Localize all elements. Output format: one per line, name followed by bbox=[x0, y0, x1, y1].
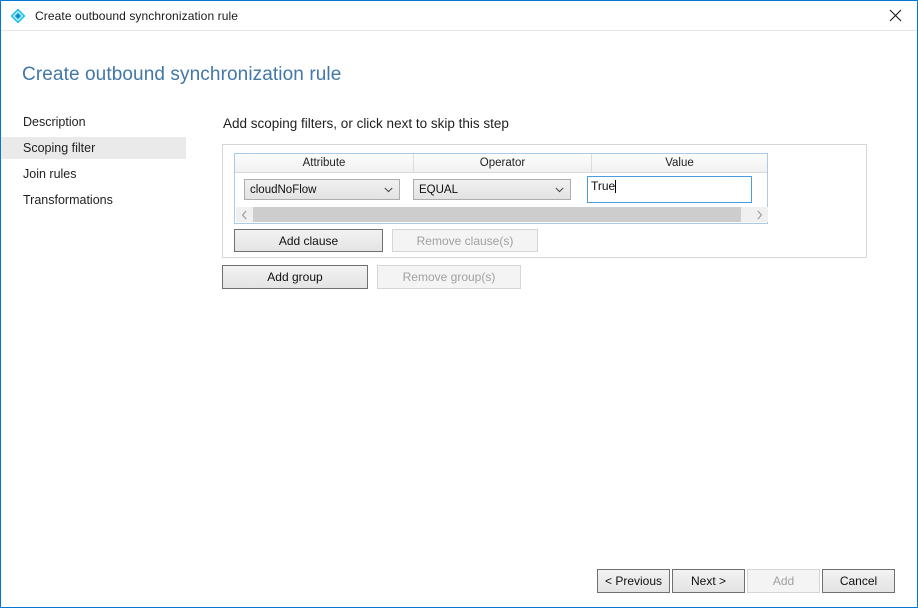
close-icon bbox=[889, 9, 901, 22]
title-bar: Create outbound synchronization rule bbox=[1, 1, 917, 31]
chevron-right-icon bbox=[757, 210, 763, 219]
dialog-window: Create outbound synchronization rule Cre… bbox=[0, 0, 918, 608]
scrollbar-track[interactable] bbox=[253, 207, 751, 222]
remove-group-button: Remove group(s) bbox=[377, 265, 521, 289]
wizard-step-nav: Description Scoping filter Join rules Tr… bbox=[1, 111, 201, 215]
grid-header-row: Attribute Operator Value bbox=[235, 154, 767, 173]
step-instruction: Add scoping filters, or click next to sk… bbox=[223, 116, 509, 131]
operator-dropdown[interactable]: EQUAL bbox=[413, 179, 571, 200]
chevron-left-icon bbox=[241, 210, 247, 219]
chevron-down-icon bbox=[555, 187, 564, 192]
scrollbar-thumb[interactable] bbox=[253, 207, 742, 222]
nav-item-scoping-filter[interactable]: Scoping filter bbox=[1, 137, 186, 159]
value-input[interactable]: True bbox=[587, 176, 752, 203]
nav-item-label: Transformations bbox=[23, 193, 113, 207]
previous-button[interactable]: < Previous bbox=[597, 569, 670, 593]
close-button[interactable] bbox=[873, 1, 917, 30]
next-button[interactable]: Next > bbox=[672, 569, 745, 593]
remove-clause-button: Remove clause(s) bbox=[392, 229, 538, 252]
column-header-value[interactable]: Value bbox=[592, 154, 767, 172]
add-group-button[interactable]: Add group bbox=[222, 265, 368, 289]
nav-item-join-rules[interactable]: Join rules bbox=[1, 163, 201, 185]
window-title: Create outbound synchronization rule bbox=[35, 8, 239, 23]
nav-item-label: Description bbox=[23, 115, 86, 129]
attribute-dropdown-value: cloudNoFlow bbox=[250, 183, 317, 196]
nav-item-description[interactable]: Description bbox=[1, 111, 201, 133]
chevron-down-icon bbox=[384, 187, 393, 192]
diamond-sync-icon bbox=[10, 8, 26, 23]
nav-item-label: Scoping filter bbox=[23, 141, 96, 155]
scoping-filter-group-box: Attribute Operator Value cloudNoFlow EQU… bbox=[222, 144, 867, 258]
operator-dropdown-value: EQUAL bbox=[419, 183, 458, 196]
add-clause-button[interactable]: Add clause bbox=[234, 229, 383, 252]
nav-item-label: Join rules bbox=[23, 167, 77, 181]
scroll-left-arrow-icon[interactable] bbox=[236, 207, 253, 222]
scroll-right-arrow-icon[interactable] bbox=[751, 207, 768, 222]
clause-row: cloudNoFlow EQUAL True bbox=[235, 173, 767, 206]
clause-grid: Attribute Operator Value cloudNoFlow EQU… bbox=[234, 153, 768, 224]
grid-horizontal-scrollbar[interactable] bbox=[236, 207, 768, 222]
nav-item-transformations[interactable]: Transformations bbox=[1, 189, 201, 211]
column-header-attribute[interactable]: Attribute bbox=[235, 154, 414, 172]
attribute-dropdown[interactable]: cloudNoFlow bbox=[244, 179, 400, 200]
value-input-text: True bbox=[591, 179, 616, 193]
page-title: Create outbound synchronization rule bbox=[22, 64, 342, 85]
cancel-button[interactable]: Cancel bbox=[822, 569, 895, 593]
text-caret bbox=[615, 180, 617, 193]
add-button: Add bbox=[747, 569, 820, 593]
column-header-operator[interactable]: Operator bbox=[414, 154, 592, 172]
